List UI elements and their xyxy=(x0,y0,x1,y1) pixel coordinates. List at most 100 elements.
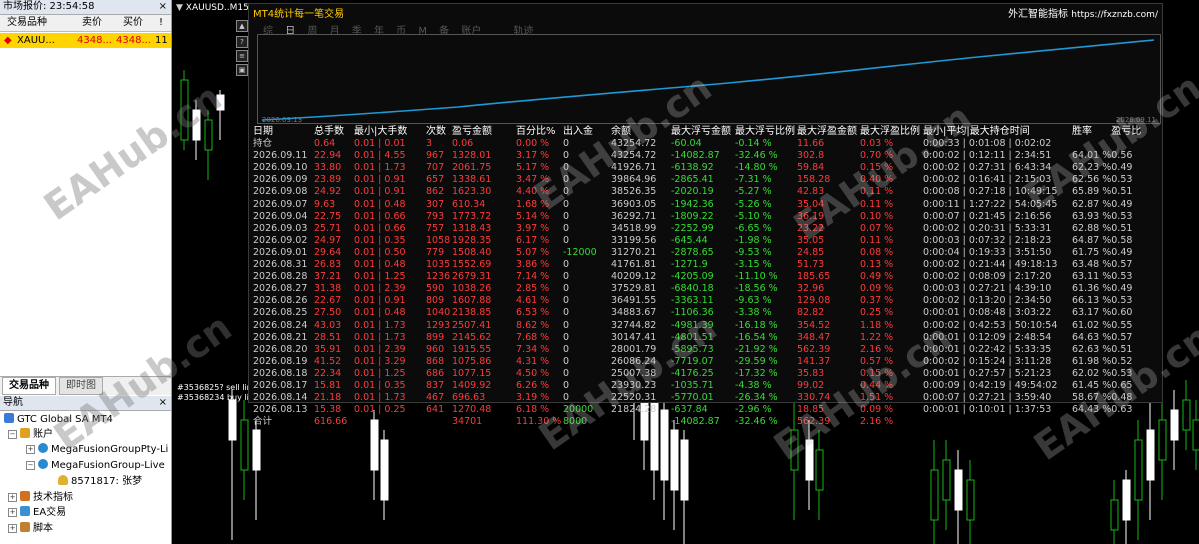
stats-cell: 757 xyxy=(426,222,445,234)
symbol-row[interactable]: ◆ XAUU... 4348... 4348... 11 xyxy=(0,33,171,48)
stats-cell: 3 xyxy=(426,138,433,150)
stats-cell: -4981.39 xyxy=(671,319,714,331)
stats-cell: -29.59 % xyxy=(735,355,778,367)
stats-cell: 2026.09.07 xyxy=(253,198,308,210)
stats-cell: 0 xyxy=(563,319,570,331)
expand-icon[interactable]: + xyxy=(26,445,35,454)
stats-row: 2026.08.19 41.52 0.01 | 3.29 868 1075.86 4.31… xyxy=(253,356,1141,368)
stats-cell: 2026.09.09 xyxy=(253,174,308,186)
stats-column-header[interactable]: 最大浮盈比例 xyxy=(860,126,923,138)
stats-cell: 64.63 % xyxy=(1072,331,1112,343)
nav-scripts[interactable]: + 脚本 xyxy=(8,522,53,536)
stats-cell: -18.56 % xyxy=(735,283,778,295)
candle-body xyxy=(180,79,189,141)
stats-cell: 0.01 | 0.25 xyxy=(354,404,406,416)
col-symbol[interactable]: 交易品种 xyxy=(7,15,47,31)
col-spread[interactable]: ! xyxy=(159,15,163,31)
toolbar-icon[interactable]: ▲ xyxy=(236,20,248,32)
collapse-icon[interactable]: − xyxy=(8,430,17,439)
stats-cell: -6138.92 xyxy=(671,162,714,174)
stats-table: 日期 总手数 最小|大手数 次数 盈亏金额 百分比% 出入金 余额 最大浮亏金额 最大浮亏比例 最大… xyxy=(253,126,1141,428)
stats-cell: -4.38 % xyxy=(735,379,772,391)
nav-account-server-1[interactable]: + MegaFusionGroupPty-Li xyxy=(26,443,168,457)
stats-cell xyxy=(1111,138,1141,150)
stats-column-header[interactable]: 胜率 xyxy=(1072,126,1111,138)
tab-tick-chart[interactable]: 即时图 xyxy=(59,377,103,395)
stats-cell: 0.01 | 0.35 xyxy=(354,234,406,246)
stats-cell: 32.96 xyxy=(797,283,825,295)
candle-body xyxy=(790,429,799,471)
stats-row: 合计 616.66 34701 111.30 % 8000 -14082.87 -32.46… xyxy=(253,416,1141,428)
stats-column-header[interactable]: 出入金 xyxy=(563,126,611,138)
stats-cell: 0.53 xyxy=(1111,174,1133,186)
stats-row: 2026.09.08 24.92 0.01 | 0.91 862 1623.30 4.40… xyxy=(253,186,1141,198)
stats-column-header[interactable]: 盈亏金额 xyxy=(452,126,516,138)
user-icon xyxy=(58,475,68,485)
stats-column-header[interactable]: 最小|大手数 xyxy=(354,126,426,138)
help-icon[interactable]: ? xyxy=(236,36,248,48)
stats-cell: 0:00:07 | 0:21:45 | 2:16:56 xyxy=(923,210,1052,222)
nav-root[interactable]: GTC Global SA MT4 xyxy=(4,413,113,427)
stats-cell: -21.92 % xyxy=(735,343,778,355)
stats-row: 2026.09.11 22.94 0.01 | 4.55 967 1328.01 3.17… xyxy=(253,150,1141,162)
close-icon[interactable]: × xyxy=(159,396,167,410)
stats-column-header[interactable]: 余额 xyxy=(611,126,671,138)
nav-account-server-2[interactable]: − MegaFusionGroup-Live xyxy=(26,459,165,473)
collapse-icon[interactable]: − xyxy=(26,461,35,470)
stats-column-header[interactable]: 最小|平均|最大持仓时间 xyxy=(923,126,1072,138)
nav-indicators[interactable]: + 技术指标 xyxy=(8,491,73,505)
stats-cell: 5.14 % xyxy=(516,210,550,222)
close-icon[interactable]: × xyxy=(159,0,167,14)
stats-column-header[interactable]: 最大浮盈金额 xyxy=(797,126,860,138)
stats-cell: 64.01 % xyxy=(1072,150,1112,162)
stats-cell: -5770.01 xyxy=(671,392,714,404)
stats-cell: 6.18 % xyxy=(516,404,550,416)
stats-cell: 1773.72 xyxy=(452,210,492,222)
stats-row: 2026.08.21 28.51 0.01 | 1.73 899 2145.62 7.68… xyxy=(253,332,1141,344)
expand-icon[interactable]: + xyxy=(8,524,17,533)
brand-url[interactable]: https://fxznzb.com/ xyxy=(1071,10,1158,20)
stats-cell: 0 xyxy=(563,331,570,343)
stats-cell: 3.17 % xyxy=(516,150,550,162)
panel-brand[interactable]: 外汇智能指标 https://fxznzb.com/ xyxy=(1008,5,1158,20)
col-ask[interactable]: 买价 xyxy=(123,15,143,31)
stats-cell: 0.57 xyxy=(1111,259,1133,271)
stats-row: 2026.09.07 9.63 0.01 | 0.48 307 610.34 1.68 %… xyxy=(253,199,1141,211)
col-bid[interactable]: 卖价 xyxy=(82,15,102,31)
stats-column-header[interactable]: 最大浮亏金额 xyxy=(671,126,735,138)
stats-column-header[interactable]: 百分比% xyxy=(516,126,563,138)
stats-cell: -3.15 % xyxy=(735,259,772,271)
stats-cell: 0.64 xyxy=(314,138,336,150)
tab-symbols[interactable]: 交易品种 xyxy=(2,377,56,395)
stats-cell: 0 xyxy=(563,234,570,246)
expand-icon[interactable]: + xyxy=(8,493,17,502)
screenshot-icon[interactable]: ▣ xyxy=(236,64,248,76)
nav-accounts[interactable]: − 账户 xyxy=(8,428,53,442)
stats-cell: 641 xyxy=(426,404,445,416)
stats-cell: 0.51 xyxy=(1111,222,1133,234)
nav-account-login[interactable]: 8571817: 张梦 xyxy=(58,475,142,489)
stats-cell: 61.98 % xyxy=(1072,355,1112,367)
stats-cell: 0.15 % xyxy=(860,367,894,379)
stats-cell: 0.10 % xyxy=(860,210,894,222)
nav-expert-advisors[interactable]: + EA交易 xyxy=(8,506,66,520)
settings-icon[interactable]: ≡ xyxy=(236,50,248,62)
stats-column-header[interactable]: 次数 xyxy=(426,126,452,138)
stats-cell: 9.63 xyxy=(314,198,336,210)
stats-cell: 持仓 xyxy=(253,138,273,150)
stats-column-header[interactable]: 最大浮亏比例 xyxy=(735,126,797,138)
stats-row: 2026.09.04 22.75 0.01 | 0.66 793 1773.72 5.14… xyxy=(253,211,1141,223)
expand-icon[interactable]: + xyxy=(8,508,17,517)
stats-cell: 5.17 % xyxy=(516,162,550,174)
stats-cell: 1928.35 xyxy=(452,234,492,246)
stats-column-header[interactable]: 盈亏比 xyxy=(1111,126,1141,138)
stats-cell: 0 xyxy=(563,198,570,210)
stats-cell: 36903.05 xyxy=(611,198,657,210)
navigator-title: 导航 × xyxy=(0,396,171,411)
stats-cell: 82.82 xyxy=(797,307,825,319)
stats-cell: 0.51 xyxy=(1111,186,1133,198)
stats-column-header[interactable]: 总手数 xyxy=(314,126,354,138)
candle-body xyxy=(252,429,261,471)
stats-cell: -26.34 % xyxy=(735,392,778,404)
stats-column-header[interactable]: 日期 xyxy=(253,126,314,138)
